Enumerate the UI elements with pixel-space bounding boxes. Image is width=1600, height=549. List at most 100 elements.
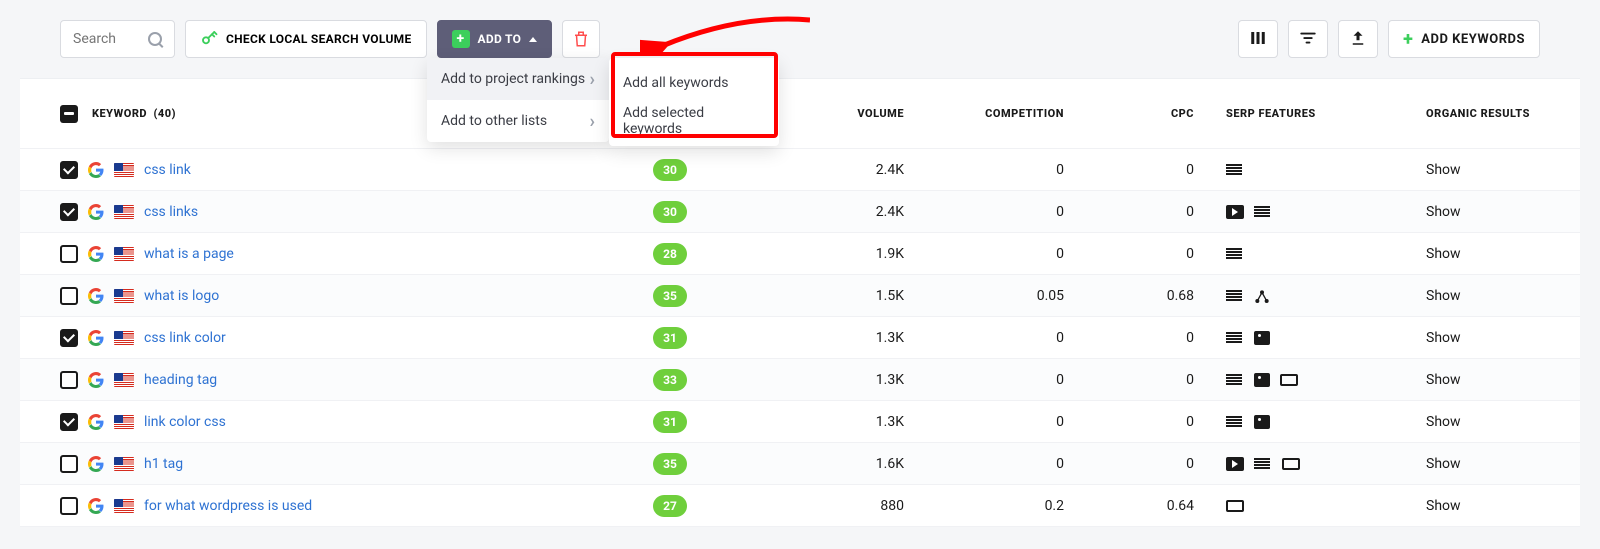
filter-button[interactable]: [1288, 20, 1328, 58]
chevron-up-icon: [529, 37, 537, 42]
dropdown-add-project-rankings[interactable]: Add to project rankings ›: [427, 58, 609, 100]
add-to-button[interactable]: + ADD TO: [437, 20, 553, 58]
row-checkbox[interactable]: [60, 413, 78, 431]
keyword-link[interactable]: for what wordpress is used: [144, 498, 312, 514]
cell-volume: 1.5K: [740, 288, 920, 304]
serp-video-icon: [1226, 457, 1244, 471]
keyword-score-badge: 35: [653, 285, 687, 307]
cell-volume: 1.3K: [740, 372, 920, 388]
google-icon: [88, 372, 104, 388]
row-checkbox[interactable]: [60, 245, 78, 263]
cell-volume: 1.3K: [740, 330, 920, 346]
cell-competition: 0: [920, 414, 1080, 430]
cell-cpc: 0: [1080, 414, 1210, 430]
keyword-link[interactable]: h1 tag: [144, 456, 183, 472]
check-local-label: CHECK LOCAL SEARCH VOLUME: [226, 32, 412, 46]
serp-nodes-icon: [1254, 289, 1272, 303]
google-icon: [88, 204, 104, 220]
row-checkbox[interactable]: [60, 371, 78, 389]
upload-button[interactable]: [1338, 20, 1378, 58]
th-cpc[interactable]: CPC: [1080, 107, 1210, 120]
show-organic-link[interactable]: Show: [1410, 414, 1580, 430]
cell-volume: 1.6K: [740, 456, 920, 472]
table-row: css link color 31 1.3K 0 0 Show: [20, 317, 1580, 359]
cell-cpc: 0: [1080, 372, 1210, 388]
serp-lines-icon: [1226, 248, 1244, 260]
cell-volume: 1.3K: [740, 414, 920, 430]
serp-lines-icon: [1226, 290, 1244, 302]
cell-serp-features: [1210, 415, 1410, 429]
keyword-link[interactable]: css link color: [144, 330, 226, 346]
row-checkbox[interactable]: [60, 161, 78, 179]
cell-cpc: 0: [1080, 204, 1210, 220]
search-input-wrap[interactable]: [60, 20, 175, 58]
cell-serp-features: [1210, 500, 1410, 512]
show-organic-link[interactable]: Show: [1410, 162, 1580, 178]
google-icon: [88, 330, 104, 346]
keyword-link[interactable]: heading tag: [144, 372, 217, 388]
keyword-score-badge: 35: [653, 453, 687, 475]
sub-add-selected-keywords[interactable]: Add selected keywords: [609, 102, 779, 140]
cell-cpc: 0: [1080, 456, 1210, 472]
google-icon: [88, 162, 104, 178]
plus-icon: +: [452, 30, 470, 48]
table-row: what is logo 35 1.5K 0.05 0.68 Show: [20, 275, 1580, 317]
row-checkbox[interactable]: [60, 455, 78, 473]
keyword-link[interactable]: what is logo: [144, 288, 219, 304]
show-organic-link[interactable]: Show: [1410, 498, 1580, 514]
cell-competition: 0: [920, 372, 1080, 388]
us-flag-icon: [114, 415, 134, 429]
keyword-link[interactable]: link color css: [144, 414, 226, 430]
dropdown-add-other-lists[interactable]: Add to other lists ›: [427, 100, 609, 142]
row-checkbox[interactable]: [60, 497, 78, 515]
show-organic-link[interactable]: Show: [1410, 372, 1580, 388]
cell-serp-features: [1210, 457, 1410, 471]
table-row: css links 30 2.4K 0 0 Show: [20, 191, 1580, 233]
show-organic-link[interactable]: Show: [1410, 330, 1580, 346]
show-organic-link[interactable]: Show: [1410, 456, 1580, 472]
serp-box-icon: [1282, 458, 1300, 470]
us-flag-icon: [114, 163, 134, 177]
show-organic-link[interactable]: Show: [1410, 288, 1580, 304]
search-icon: [148, 32, 162, 46]
th-keyword[interactable]: KEYWORD: [92, 107, 147, 120]
cell-cpc: 0.64: [1080, 498, 1210, 514]
th-serp[interactable]: SERP FEATURES: [1210, 107, 1410, 120]
table-row: what is a page 28 1.9K 0 0 Show: [20, 233, 1580, 275]
keyword-score-badge: 33: [653, 369, 687, 391]
keyword-score-badge: 27: [653, 495, 687, 517]
table-row: for what wordpress is used 27 880 0.2 0.…: [20, 485, 1580, 527]
table-header: KEYWORD (40) VOLUME COMPETITION CPC SERP…: [20, 79, 1580, 149]
show-organic-link[interactable]: Show: [1410, 246, 1580, 262]
keyword-link[interactable]: css link: [144, 162, 191, 178]
row-checkbox[interactable]: [60, 203, 78, 221]
columns-button[interactable]: [1238, 20, 1278, 58]
check-local-search-volume-button[interactable]: CHECK LOCAL SEARCH VOLUME: [185, 20, 427, 58]
add-keywords-button[interactable]: + ADD KEYWORDS: [1388, 20, 1540, 58]
us-flag-icon: [114, 247, 134, 261]
table-row: css link 30 2.4K 0 0 Show: [20, 149, 1580, 191]
search-input[interactable]: [73, 31, 148, 47]
row-checkbox[interactable]: [60, 329, 78, 347]
serp-image-icon: [1254, 373, 1270, 387]
sub-add-all-keywords[interactable]: Add all keywords: [609, 64, 779, 102]
keyword-link[interactable]: css links: [144, 204, 198, 220]
cell-volume: 2.4K: [740, 162, 920, 178]
keyword-score-badge: 31: [653, 327, 687, 349]
add-to-label: ADD TO: [478, 32, 522, 46]
table-row: link color css 31 1.3K 0 0 Show: [20, 401, 1580, 443]
cell-serp-features: [1210, 373, 1410, 387]
google-icon: [88, 456, 104, 472]
table-row: heading tag 33 1.3K 0 0 Show: [20, 359, 1580, 401]
keyword-link[interactable]: what is a page: [144, 246, 234, 262]
show-organic-link[interactable]: Show: [1410, 204, 1580, 220]
serp-lines-icon: [1254, 206, 1272, 218]
us-flag-icon: [114, 331, 134, 345]
plus-icon: +: [1403, 29, 1413, 50]
add-to-dropdown: Add to project rankings › Add to other l…: [427, 58, 609, 142]
th-competition[interactable]: COMPETITION: [920, 107, 1080, 120]
th-organic[interactable]: ORGANIC RESULTS: [1410, 107, 1580, 120]
delete-button[interactable]: [562, 20, 600, 58]
select-all-checkbox[interactable]: [60, 105, 78, 123]
row-checkbox[interactable]: [60, 287, 78, 305]
